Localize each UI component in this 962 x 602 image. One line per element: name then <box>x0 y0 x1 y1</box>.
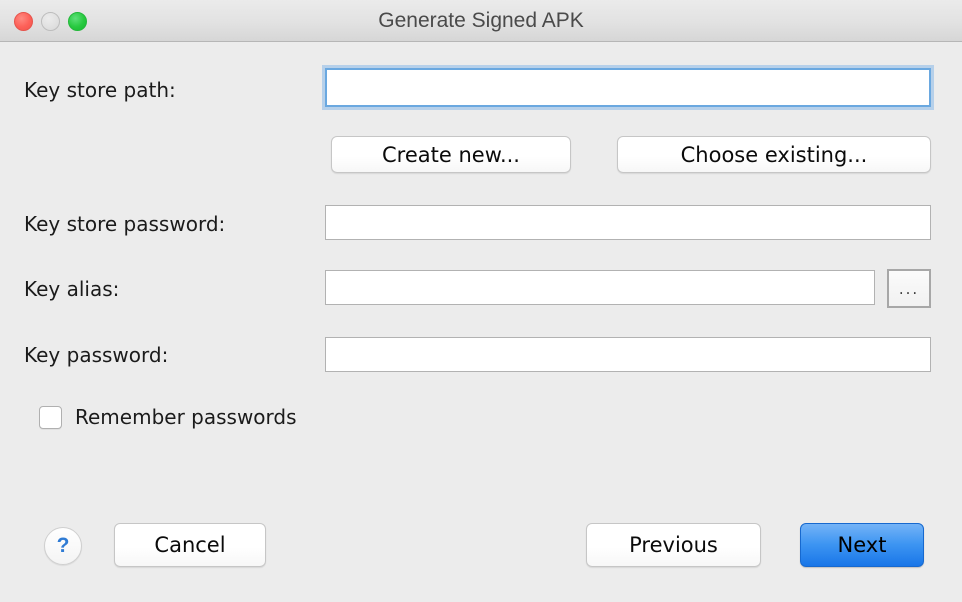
window-title: Generate Signed APK <box>378 9 584 32</box>
key-store-password-field[interactable] <box>325 205 931 240</box>
key-store-password-label: Key store password: <box>24 212 226 236</box>
help-button[interactable]: ? <box>44 527 82 565</box>
choose-existing-button[interactable]: Choose existing... <box>617 136 931 173</box>
key-alias-input[interactable] <box>326 271 874 304</box>
key-password-input[interactable] <box>326 338 930 371</box>
title-bar: Generate Signed APK <box>0 0 962 42</box>
previous-button[interactable]: Previous <box>586 523 761 567</box>
next-button[interactable]: Next <box>800 523 924 567</box>
remember-passwords-row[interactable]: Remember passwords <box>39 405 297 429</box>
key-store-path-label: Key store path: <box>24 78 176 102</box>
create-new-button[interactable]: Create new... <box>331 136 571 173</box>
remember-passwords-checkbox[interactable] <box>39 405 62 429</box>
key-alias-label: Key alias: <box>24 277 120 301</box>
key-password-field[interactable] <box>325 337 931 372</box>
key-alias-field[interactable] <box>325 270 875 305</box>
key-alias-browse-button[interactable]: ... <box>887 269 931 308</box>
generate-signed-apk-dialog: Generate Signed APK Key store path: Crea… <box>0 0 962 602</box>
key-password-label: Key password: <box>24 343 169 367</box>
key-store-path-input[interactable] <box>327 70 929 105</box>
cancel-button[interactable]: Cancel <box>114 523 266 567</box>
key-store-path-field[interactable] <box>325 68 931 107</box>
remember-passwords-label: Remember passwords <box>75 405 297 429</box>
key-store-password-input[interactable] <box>326 206 930 239</box>
dialog-content: Key store path: Create new... Choose exi… <box>0 42 962 602</box>
